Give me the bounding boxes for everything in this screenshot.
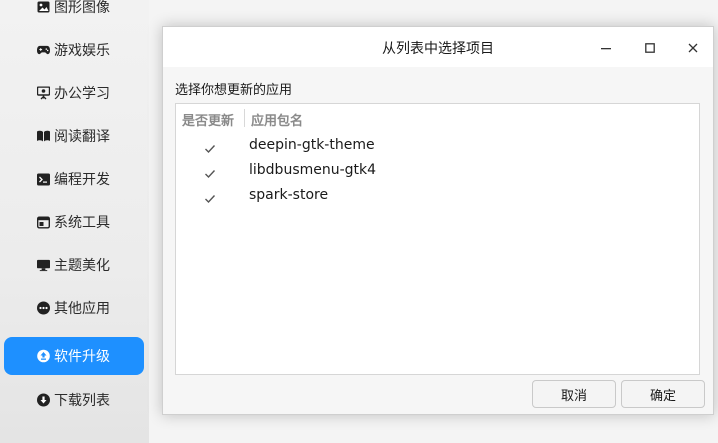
sidebar-item-software-upgrade[interactable]: 软件升级 [4, 337, 144, 375]
maximize-icon [645, 38, 655, 57]
monitor-icon [37, 259, 50, 272]
package-name: spark-store [249, 187, 329, 203]
minimize-button[interactable] [594, 35, 618, 59]
package-name: libdbusmenu-gtk4 [249, 162, 377, 178]
more-icon [37, 301, 50, 315]
column-divider [244, 109, 245, 127]
image-icon [37, 1, 50, 14]
sidebar-item-programming[interactable]: 编程开发 [4, 160, 144, 198]
book-icon [37, 130, 50, 143]
package-name: deepin-gtk-theme [249, 137, 375, 153]
gamepad-icon [37, 44, 50, 57]
terminal-icon [37, 173, 50, 186]
sidebar-item-downloads[interactable]: 下载列表 [4, 381, 144, 419]
dialog-title: 从列表中选择项目 [382, 41, 494, 57]
presentation-icon [37, 86, 50, 100]
table-row[interactable]: libdbusmenu-gtk4 [176, 159, 699, 184]
dialog-titlebar: 从列表中选择项目 [163, 27, 713, 67]
sidebar-item-reading[interactable]: 阅读翻译 [4, 117, 144, 155]
sidebar-item-graphics[interactable]: 图形图像 [4, 0, 144, 26]
column-header-update[interactable]: 是否更新 [182, 110, 234, 129]
close-button[interactable] [681, 35, 705, 59]
sidebar-item-games[interactable]: 游戏娱乐 [4, 31, 144, 69]
sidebar-item-label: 软件升级 [54, 349, 110, 365]
upgrade-icon [37, 349, 50, 363]
cancel-button[interactable]: 取消 [532, 380, 616, 408]
maximize-button[interactable] [638, 35, 662, 59]
sidebar-item-label: 系统工具 [54, 215, 110, 231]
sidebar-item-label: 阅读翻译 [54, 129, 110, 145]
sidebar-item-label: 主题美化 [54, 258, 110, 274]
download-icon [37, 393, 50, 407]
table-row[interactable]: deepin-gtk-theme [176, 134, 699, 159]
sidebar-item-label: 游戏娱乐 [54, 43, 110, 59]
sidebar-item-label: 编程开发 [54, 172, 110, 188]
ok-button[interactable]: 确定 [621, 380, 705, 408]
sidebar-item-system-tools[interactable]: 系统工具 [4, 203, 144, 241]
update-checkbox[interactable] [204, 140, 216, 154]
sidebar-item-label: 办公学习 [54, 86, 110, 102]
sidebar-item-label: 图形图像 [54, 0, 110, 16]
sidebar-item-label: 下载列表 [54, 393, 110, 409]
sidebar-item-themes[interactable]: 主题美化 [4, 246, 144, 284]
dialog-prompt: 选择你想更新的应用 [175, 83, 293, 98]
close-icon [688, 38, 698, 57]
table-row[interactable]: spark-store [176, 184, 699, 209]
sidebar-item-other-apps[interactable]: 其他应用 [4, 289, 144, 327]
update-checkbox[interactable] [204, 165, 216, 179]
select-items-dialog: 从列表中选择项目 选择你想更新的应用 是否更新 应用包名 deepin-gtk-… [162, 26, 714, 415]
sidebar-item-office[interactable]: 办公学习 [4, 74, 144, 112]
update-list-table[interactable]: 是否更新 应用包名 deepin-gtk-theme libdbusmenu-g… [175, 103, 700, 375]
update-checkbox[interactable] [204, 190, 216, 204]
column-header-package[interactable]: 应用包名 [251, 110, 303, 129]
sidebar: 图形图像 游戏娱乐 办公学习 阅读翻译 编程开发 系统工具 主题美化 其他应用 … [0, 0, 149, 443]
window-icon [37, 216, 50, 229]
minimize-icon [601, 38, 611, 57]
sidebar-item-label: 其他应用 [54, 301, 110, 317]
